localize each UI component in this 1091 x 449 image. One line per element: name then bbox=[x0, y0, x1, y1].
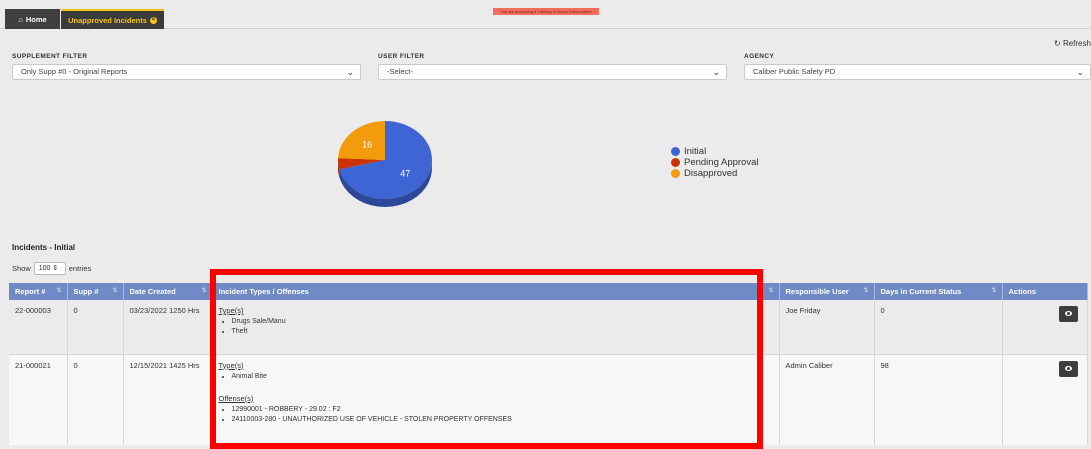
column-header[interactable]: Date Created ⇅ bbox=[123, 283, 213, 300]
actions-cell bbox=[1002, 300, 1088, 355]
tab-home-label: Home bbox=[25, 14, 47, 24]
sort-icon: ⇅ bbox=[201, 288, 207, 294]
sort-icon: ⇅ bbox=[112, 288, 118, 294]
user-filter-value: -Select- bbox=[387, 67, 413, 76]
show-entries-control: Show 100 ⇕ entries bbox=[12, 262, 91, 275]
tab-home[interactable]: ⌂ Home bbox=[5, 9, 60, 29]
user-filter-select[interactable]: -Select- ⌄ bbox=[378, 64, 727, 80]
days-in-status: 98 bbox=[874, 354, 1003, 445]
refresh-label: Refresh bbox=[1062, 39, 1091, 48]
agency-filter-label: Agency bbox=[744, 53, 775, 60]
status-pie-chart: 47 16 bbox=[338, 121, 432, 207]
home-icon: ⌂ bbox=[18, 14, 23, 24]
legend-item[interactable]: Initial bbox=[671, 146, 758, 157]
incidents-table: Report # ⇅ Supp # ⇅ Date Created ⇅ Incident… bbox=[9, 283, 1088, 445]
user-filter-label: User Filter bbox=[378, 53, 425, 60]
report-number: 22-000003 bbox=[9, 300, 68, 355]
sort-icon: ⇅ bbox=[56, 288, 62, 294]
legend-label: Disapproved bbox=[684, 168, 738, 179]
column-header[interactable]: Days in Current Status ⇅ bbox=[874, 283, 1003, 300]
legend-swatch bbox=[671, 169, 680, 178]
table-row[interactable]: 22-000003 0 03/23/2022 1250 Hrs Type(s) … bbox=[9, 300, 1088, 355]
chevron-down-icon: ⌄ bbox=[712, 67, 720, 77]
chart-legend: Initial Pending Approval Disapproved bbox=[671, 146, 758, 179]
legend-swatch bbox=[671, 147, 680, 156]
legend-item[interactable]: Disapproved bbox=[671, 168, 758, 179]
agency-filter-value: Caliber Public Safety PD bbox=[753, 67, 836, 76]
top-tab-bar: ⌂ Home Unapproved Incidents × You are ac… bbox=[0, 0, 1091, 29]
column-header[interactable]: Responsible User ⇅ bbox=[779, 283, 875, 300]
entries-label: entries bbox=[68, 264, 92, 273]
actions-cell bbox=[1002, 354, 1088, 445]
supp-number: 0 bbox=[67, 354, 124, 445]
refresh-icon: ↻ bbox=[1054, 39, 1061, 48]
incident-types-cell: Type(s) Animal Bite Offense(s) 12990001 … bbox=[212, 354, 780, 445]
refresh-button[interactable]: ↻ Refresh bbox=[1054, 39, 1091, 48]
list-item: 24110003-280 - UNAUTHORIZED USE OF VEHIC… bbox=[232, 415, 773, 425]
supplement-filter-select[interactable]: Only Supp #0 - Original Reports ⌄ bbox=[12, 64, 361, 80]
supplement-filter-value: Only Supp #0 - Original Reports bbox=[21, 67, 128, 76]
pie-slice-label: 16 bbox=[362, 139, 372, 149]
chevron-down-icon: ⌄ bbox=[346, 67, 354, 77]
show-label: Show bbox=[12, 264, 31, 273]
close-icon[interactable]: × bbox=[149, 16, 157, 24]
entries-value: 100 bbox=[38, 265, 51, 272]
offenses-heading: Offense(s) bbox=[218, 393, 254, 403]
sort-icon: ⇅ bbox=[863, 288, 869, 294]
column-header[interactable]: Supp # ⇅ bbox=[67, 283, 124, 300]
list-item: Drugs Sale/Manu bbox=[232, 317, 773, 327]
responsible-user: Admin Caliber bbox=[779, 354, 875, 445]
list-item: 12990001 - ROBBERY - 29.02 : F2 bbox=[232, 405, 773, 415]
column-header[interactable]: Report # ⇅ bbox=[9, 283, 68, 300]
environment-banner: You are accessing a Training or Demo Env… bbox=[493, 8, 599, 15]
section-title: Incidents - Initial bbox=[12, 243, 76, 252]
types-heading: Type(s) bbox=[218, 360, 244, 370]
legend-item[interactable]: Pending Approval bbox=[671, 157, 758, 168]
legend-label: Pending Approval bbox=[684, 157, 759, 168]
list-item: Animal Bite bbox=[232, 372, 773, 382]
responsible-user: Joe Friday bbox=[779, 300, 875, 355]
supplement-filter-label: Supplement Filter bbox=[12, 53, 88, 60]
column-header[interactable]: Incident Types / Offenses ⇅ bbox=[212, 283, 780, 300]
table-header-row: Report # ⇅ Supp # ⇅ Date Created ⇅ Incident… bbox=[9, 283, 1088, 300]
pie-slice-label: 47 bbox=[400, 168, 410, 178]
report-number: 21-000021 bbox=[9, 354, 68, 445]
entries-select[interactable]: 100 ⇕ bbox=[33, 262, 66, 275]
types-heading: Type(s) bbox=[218, 306, 244, 315]
sort-icon: ⇅ bbox=[991, 288, 997, 294]
date-created: 12/15/2021 1425 Hrs bbox=[123, 354, 213, 445]
date-created: 03/23/2022 1250 Hrs bbox=[123, 300, 213, 355]
list-item: Theft bbox=[232, 327, 773, 337]
incident-types-cell: Type(s) Drugs Sale/Manu Theft bbox=[212, 300, 780, 355]
tab-unapproved-incidents[interactable]: Unapproved Incidents × bbox=[61, 9, 164, 29]
view-eye-icon[interactable] bbox=[1058, 360, 1078, 377]
agency-filter-select[interactable]: Caliber Public Safety PD ⌄ bbox=[744, 64, 1091, 80]
legend-label: Initial bbox=[684, 146, 707, 157]
chevron-down-icon: ⌄ bbox=[1076, 67, 1084, 77]
tab-unapproved-label: Unapproved Incidents bbox=[68, 15, 147, 25]
supp-number: 0 bbox=[67, 300, 124, 355]
view-eye-icon[interactable] bbox=[1058, 306, 1078, 322]
table-row[interactable]: 21-000021 0 12/15/2021 1425 Hrs Type(s) … bbox=[9, 354, 1088, 445]
sort-icon: ⇅ bbox=[768, 288, 774, 294]
column-header: Actions bbox=[1002, 283, 1088, 300]
days-in-status: 0 bbox=[874, 300, 1003, 355]
legend-swatch bbox=[671, 158, 680, 167]
